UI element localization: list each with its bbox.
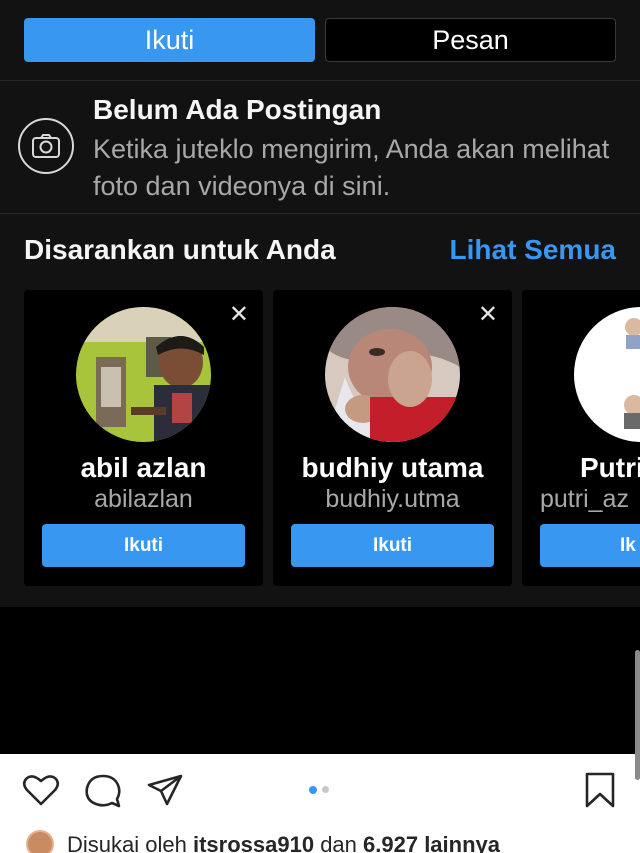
avatar[interactable] (574, 307, 640, 442)
post-actions (0, 754, 640, 828)
suggestion-card: ✕ abil azlan abilazlan Ikuti (24, 290, 263, 586)
scrollbar[interactable] (635, 650, 640, 780)
heart-icon[interactable] (22, 773, 60, 812)
close-icon[interactable]: ✕ (478, 300, 498, 329)
liked-by-text: Disukai oleh itsrossa910 dan 6.927 lainn… (67, 832, 500, 853)
liked-by-row[interactable]: Disukai oleh itsrossa910 dan 6.927 lainn… (20, 830, 640, 853)
suggestion-username: abilazlan (94, 485, 193, 513)
suggestion-username: putri_az (540, 485, 629, 513)
suggestions-title: Disarankan untuk Anda (24, 234, 336, 265)
suggestion-card: ✕ budhiy utama budhiy.utma Ikuti (273, 290, 512, 586)
liked-by-user[interactable]: itsrossa910 (193, 832, 314, 853)
follow-button[interactable]: Ikuti (24, 18, 315, 62)
liked-by-prefix: Disukai oleh (67, 832, 187, 853)
close-icon[interactable]: ✕ (229, 300, 249, 329)
suggestion-card: Putri A putri_az Ik (522, 290, 640, 586)
profile-action-row: Ikuti Pesan (24, 18, 616, 62)
suggestion-username: budhiy.utma (325, 485, 460, 513)
message-button[interactable]: Pesan (325, 18, 616, 62)
share-icon[interactable] (146, 773, 184, 812)
profile-content: Ikuti Pesan Belum Ada Postingan Ketika j… (0, 0, 640, 607)
liked-by-connector: dan (320, 832, 357, 853)
avatar[interactable] (76, 307, 211, 442)
avatar[interactable] (26, 830, 54, 853)
suggestions-header: Disarankan untuk Anda Lihat Semua (24, 234, 616, 270)
comment-icon[interactable] (84, 773, 122, 814)
empty-posts-notice: Belum Ada Postingan Ketika juteklo mengi… (0, 88, 640, 212)
suggestion-name: Putri A (580, 452, 640, 483)
bookmark-icon[interactable] (584, 771, 616, 814)
see-all-link[interactable]: Lihat Semua (450, 234, 616, 266)
carousel-dot (322, 786, 329, 793)
divider (0, 80, 640, 81)
empty-posts-message: Ketika juteklo mengirim, Anda akan melih… (93, 134, 610, 201)
avatar[interactable] (325, 307, 460, 442)
suggestion-carousel[interactable]: ✕ abil azlan abilazlan Ikuti ✕ budhiy ut… (24, 290, 640, 586)
carousel-indicator (309, 785, 331, 795)
post-action-bar: Disukai oleh itsrossa910 dan 6.927 lainn… (0, 754, 640, 853)
divider (0, 213, 640, 214)
follow-suggestion-button[interactable]: Ikuti (42, 524, 245, 567)
suggestion-name: budhiy utama (301, 452, 484, 483)
follow-suggestion-button[interactable]: Ikuti (291, 524, 494, 567)
liked-by-others[interactable]: 6.927 lainnya (363, 832, 500, 853)
empty-posts-title: Belum Ada Postingan (93, 94, 382, 125)
camera-icon (18, 118, 74, 174)
follow-suggestion-button[interactable]: Ik (540, 524, 640, 567)
suggestion-name: abil azlan (80, 452, 207, 483)
carousel-dot-active (309, 786, 317, 794)
